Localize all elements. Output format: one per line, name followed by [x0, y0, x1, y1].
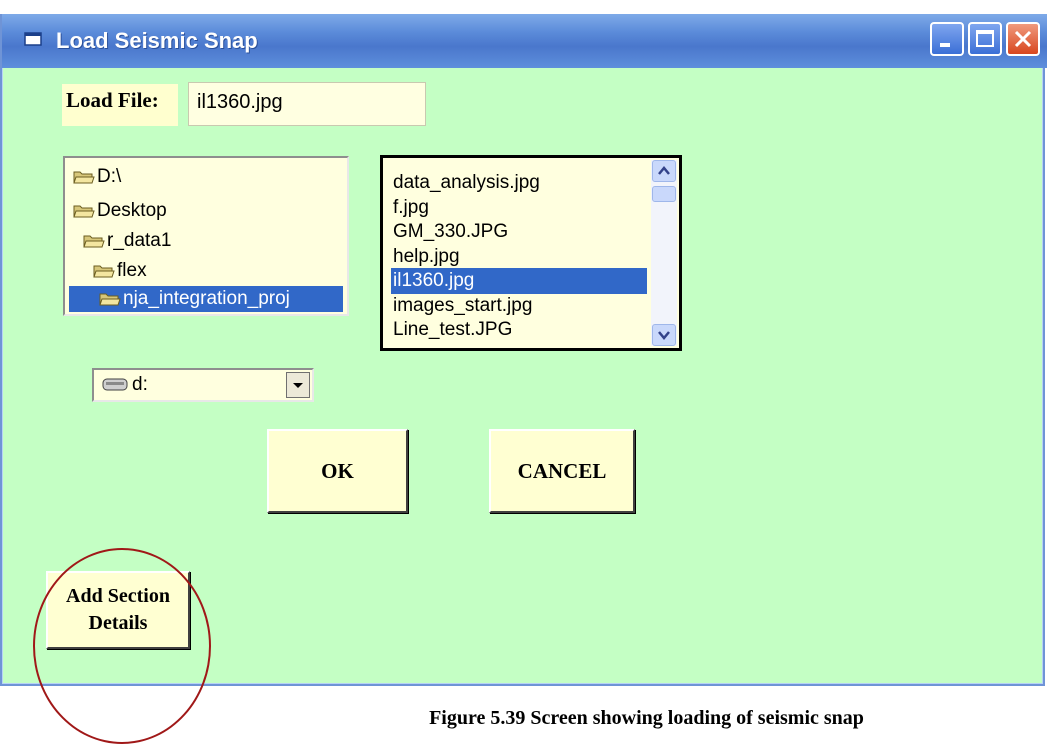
- minimize-icon: [940, 43, 950, 47]
- open-folder-icon: [93, 265, 115, 278]
- window-title: Load Seismic Snap: [56, 28, 258, 53]
- scroll-down-button[interactable]: [652, 324, 676, 346]
- drive-dropdown-button[interactable]: [286, 372, 310, 398]
- open-folder-icon: [73, 171, 95, 184]
- chevron-down-icon: [658, 331, 670, 340]
- file-list[interactable]: data_analysis.jpg f.jpg GM_330.JPG help.…: [380, 155, 682, 351]
- file-item[interactable]: GM_330.JPG: [391, 219, 647, 245]
- cancel-button[interactable]: CANCEL: [489, 429, 635, 513]
- file-item-selected[interactable]: il1360.jpg: [391, 268, 647, 294]
- file-item[interactable]: data_analysis.jpg: [391, 170, 647, 196]
- dir-item-label: nja_integration_proj: [123, 288, 290, 309]
- file-list-scrollbar[interactable]: [651, 160, 677, 346]
- scroll-up-button[interactable]: [652, 160, 676, 182]
- dir-item-desktop[interactable]: Desktop: [73, 198, 167, 224]
- load-file-input[interactable]: il1360.jpg: [188, 82, 426, 126]
- open-folder-icon: [73, 205, 95, 218]
- file-item[interactable]: images_start.jpg: [391, 293, 647, 319]
- chevron-up-icon: [658, 166, 670, 175]
- file-item[interactable]: f.jpg: [391, 195, 647, 221]
- open-folder-icon: [99, 293, 121, 306]
- window-app-icon: [24, 32, 42, 46]
- drive-selected-value: d:: [132, 374, 148, 395]
- load-file-label: Load File:: [62, 84, 178, 126]
- maximize-button[interactable]: [968, 22, 1002, 56]
- open-folder-icon: [83, 235, 105, 248]
- drive-selector[interactable]: d:: [92, 368, 314, 402]
- drive-icon: [102, 378, 128, 391]
- file-item[interactable]: Line_test.JPG: [391, 317, 647, 343]
- title-bar[interactable]: Load Seismic Snap: [2, 14, 1047, 68]
- minimize-button[interactable]: [930, 22, 964, 56]
- dir-item-label: D:\: [97, 166, 122, 187]
- dir-item-label: flex: [117, 260, 147, 281]
- dir-item-label: r_data1: [107, 230, 172, 251]
- file-item[interactable]: help.jpg: [391, 244, 647, 270]
- dir-item-d-root[interactable]: D:\: [73, 164, 121, 190]
- directory-list[interactable]: D:\ Desktop r_data1 flex nja_integration…: [63, 156, 349, 316]
- dir-item-r-data1[interactable]: r_data1: [83, 228, 171, 254]
- figure-caption: Figure 5.39 Screen showing loading of se…: [429, 707, 864, 729]
- close-button[interactable]: [1006, 22, 1040, 56]
- dir-item-label: Desktop: [97, 200, 167, 221]
- dir-item-nja-integration-proj[interactable]: nja_integration_proj: [69, 286, 343, 312]
- ok-button[interactable]: OK: [267, 429, 408, 513]
- maximize-icon: [976, 30, 994, 47]
- dropdown-arrow-icon: [293, 383, 303, 388]
- scroll-thumb[interactable]: [652, 186, 676, 202]
- close-icon: [1014, 30, 1032, 48]
- dir-item-flex[interactable]: flex: [93, 258, 147, 284]
